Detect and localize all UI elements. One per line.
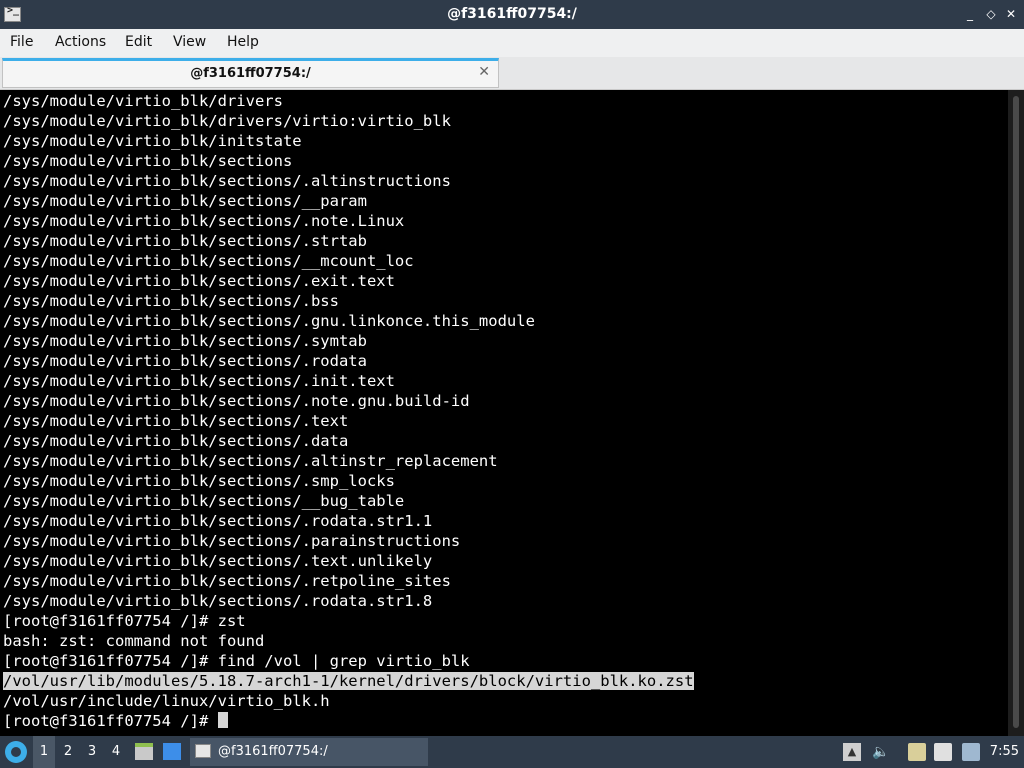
- desktop-icon[interactable]: [163, 743, 181, 760]
- terminal-line: /sys/module/virtio_blk/sections/.bss: [3, 292, 339, 310]
- taskbar-task-label: @f3161ff07754:/: [218, 744, 328, 759]
- workspace-4[interactable]: 4: [105, 736, 127, 768]
- terminal-line: /sys/module/virtio_blk/sections/.symtab: [3, 332, 367, 350]
- terminal-line: /sys/module/virtio_blk/sections/.note.Li…: [3, 212, 405, 230]
- maximize-button[interactable]: ◇: [983, 6, 999, 22]
- taskbar: 1 2 3 4 @f3161ff07754:/ ▲ 🔈 7:55: [0, 736, 1024, 768]
- display-icon[interactable]: [962, 743, 980, 761]
- tab-title: @f3161ff07754:/: [190, 66, 311, 81]
- minimize-button[interactable]: _: [962, 6, 978, 22]
- terminal-line-selected: /vol/usr/lib/modules/5.18.7-arch1-1/kern…: [3, 672, 694, 690]
- terminal-line: /sys/module/virtio_blk/sections/.altinst…: [3, 452, 498, 470]
- shell-prompt: [root@f3161ff07754 /]#: [3, 712, 218, 730]
- terminal-line: /vol/usr/include/linux/virtio_blk.h: [3, 692, 330, 710]
- start-menu-icon[interactable]: [5, 741, 27, 763]
- menu-bar: File Actions Edit View Help: [0, 29, 1024, 58]
- update-notifier-icon[interactable]: ▲: [843, 743, 861, 761]
- close-window-button[interactable]: ✕: [1003, 6, 1019, 22]
- terminal-line: [root@f3161ff07754 /]# zst: [3, 612, 246, 630]
- menu-edit[interactable]: Edit: [125, 34, 152, 50]
- tab-strip: @f3161ff07754:/ ✕: [0, 57, 1024, 90]
- window-title: @f3161ff07754:/: [447, 6, 577, 22]
- terminal-view[interactable]: /sys/module/virtio_blk/drivers/sys/modul…: [0, 90, 1024, 736]
- network-icon[interactable]: [934, 743, 952, 761]
- menu-file[interactable]: File: [10, 34, 33, 50]
- terminal-line: /sys/module/virtio_blk/sections/__mcount…: [3, 252, 414, 270]
- file-manager-icon[interactable]: [135, 743, 153, 760]
- terminal-line: /sys/module/virtio_blk/sections/.note.gn…: [3, 392, 470, 410]
- workspace-1[interactable]: 1: [33, 736, 55, 768]
- tab-close-icon[interactable]: ✕: [478, 64, 490, 80]
- workspace-3[interactable]: 3: [81, 736, 103, 768]
- menu-help[interactable]: Help: [227, 34, 259, 50]
- terminal-line: /sys/module/virtio_blk/sections/__param: [3, 192, 367, 210]
- terminal-line: /sys/module/virtio_blk/sections/.data: [3, 432, 349, 450]
- menu-view[interactable]: View: [173, 34, 206, 50]
- window-titlebar[interactable]: >_ @f3161ff07754:/ _ ◇ ✕: [0, 0, 1024, 29]
- terminal-scrollbar[interactable]: [1008, 90, 1024, 736]
- terminal-prompt-line[interactable]: [root@f3161ff07754 /]#: [3, 711, 1003, 731]
- terminal-line: /sys/module/virtio_blk/drivers/virtio:vi…: [3, 112, 451, 130]
- terminal-line: /sys/module/virtio_blk/sections: [3, 152, 293, 170]
- terminal-line: /sys/module/virtio_blk/sections/.smp_loc…: [3, 472, 395, 490]
- terminal-line: /sys/module/virtio_blk/sections/.text: [3, 412, 349, 430]
- workspace-2[interactable]: 2: [57, 736, 79, 768]
- terminal-line: /sys/module/virtio_blk/initstate: [3, 132, 302, 150]
- clock[interactable]: 7:55: [990, 744, 1019, 759]
- terminal-line: /sys/module/virtio_blk/sections/.exit.te…: [3, 272, 395, 290]
- clipboard-icon[interactable]: [908, 743, 926, 761]
- scrollbar-thumb[interactable]: [1013, 96, 1019, 728]
- terminal-output: /sys/module/virtio_blk/drivers/sys/modul…: [3, 91, 1003, 735]
- terminal-line: /sys/module/virtio_blk/sections/.rodata: [3, 352, 367, 370]
- taskbar-task-terminal[interactable]: @f3161ff07754:/: [190, 738, 428, 766]
- terminal-line: bash: zst: command not found: [3, 632, 265, 650]
- terminal-line: /sys/module/virtio_blk/drivers: [3, 92, 283, 110]
- terminal-line: /sys/module/virtio_blk/sections/.strtab: [3, 232, 367, 250]
- text-cursor: [217, 712, 228, 728]
- terminal-line: /sys/module/virtio_blk/sections/__bug_ta…: [3, 492, 405, 510]
- terminal-line: [root@f3161ff07754 /]# find /vol | grep …: [3, 652, 470, 670]
- terminal-line: /sys/module/virtio_blk/sections/.text.un…: [3, 552, 433, 570]
- terminal-line: /sys/module/virtio_blk/sections/.gnu.lin…: [3, 312, 535, 330]
- terminal-task-icon: [195, 744, 211, 758]
- menu-actions[interactable]: Actions: [55, 34, 106, 50]
- terminal-line: /sys/module/virtio_blk/sections/.init.te…: [3, 372, 395, 390]
- terminal-line: /sys/module/virtio_blk/sections/.altinst…: [3, 172, 451, 190]
- terminal-tab[interactable]: @f3161ff07754:/ ✕: [2, 58, 499, 88]
- terminal-line: /sys/module/virtio_blk/sections/.parains…: [3, 532, 461, 550]
- terminal-line: /sys/module/virtio_blk/sections/.rodata.…: [3, 592, 433, 610]
- volume-icon[interactable]: 🔈: [872, 743, 890, 761]
- terminal-line: /sys/module/virtio_blk/sections/.retpoli…: [3, 572, 451, 590]
- terminal-line: /sys/module/virtio_blk/sections/.rodata.…: [3, 512, 433, 530]
